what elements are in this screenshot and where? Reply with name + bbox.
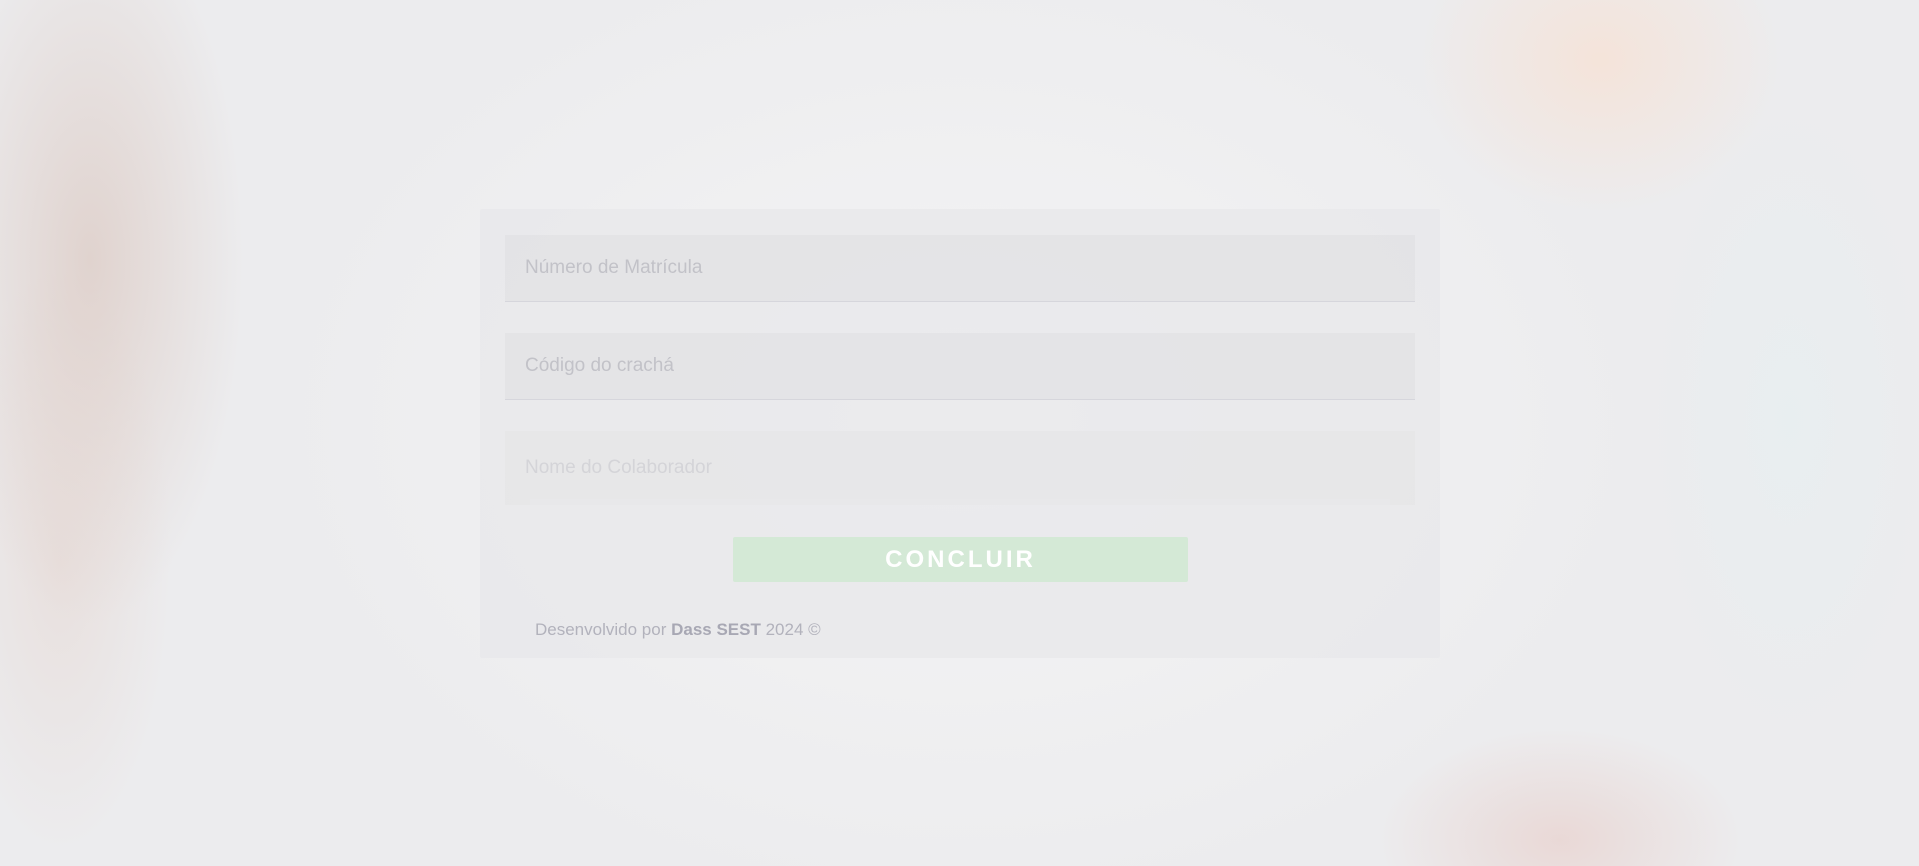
matricula-input[interactable] (505, 235, 1415, 301)
footer-prefix: Desenvolvido por (535, 620, 667, 639)
colaborador-input (505, 431, 1415, 505)
matricula-field-wrapper (505, 235, 1415, 302)
cracha-field-wrapper (505, 333, 1415, 400)
footer-brand: Dass SEST (671, 620, 761, 639)
footer-credit: Desenvolvido por Dass SEST 2024 © (535, 620, 821, 640)
login-card: CONCLUIR Desenvolvido por Dass SEST 2024… (480, 209, 1440, 658)
footer-suffix: 2024 © (765, 620, 821, 639)
colaborador-field-wrapper (505, 431, 1415, 505)
concluir-button[interactable]: CONCLUIR (733, 537, 1188, 582)
cracha-input[interactable] (505, 333, 1415, 399)
